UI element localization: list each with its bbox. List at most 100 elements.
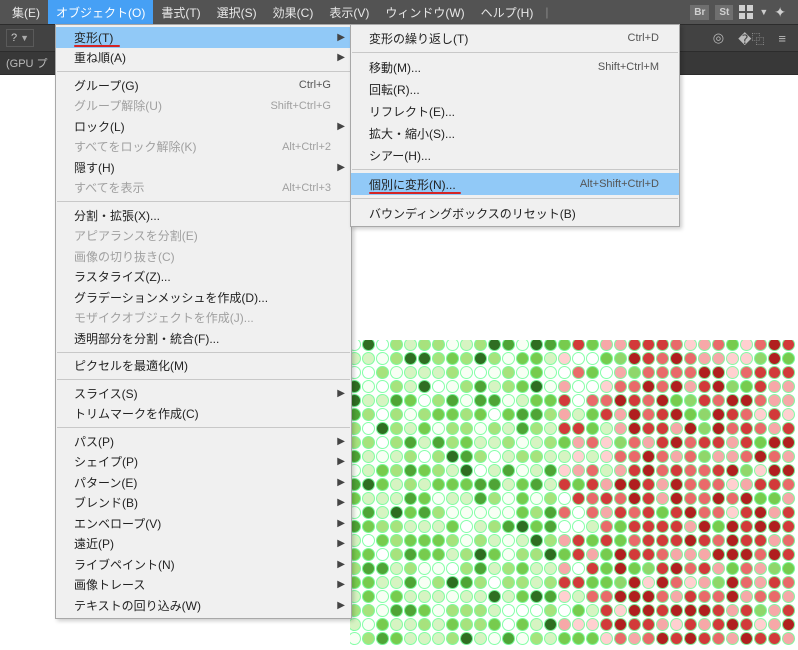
menu-separator bbox=[57, 379, 350, 380]
item-label: 透明部分を分割・統合(F)... bbox=[74, 330, 331, 347]
submenu-arrow-icon: ▶ bbox=[337, 477, 345, 488]
transform-submenu: 変形の繰り返し(T) Ctrl+D 移動(M)... Shift+Ctrl+M … bbox=[350, 24, 680, 227]
menu-rasterize[interactable]: ラスタライズ(Z)... bbox=[56, 267, 351, 288]
menu-effect[interactable]: 効果(C) bbox=[265, 0, 322, 24]
target-icon[interactable]: ◎ bbox=[713, 30, 724, 46]
item-label: テキストの回り込み(W) bbox=[74, 597, 331, 614]
item-label: ロック(L) bbox=[74, 118, 331, 135]
item-label: 重ね順(A) bbox=[74, 49, 331, 66]
menu-transform-each[interactable]: 個別に変形(N)... Alt+Shift+Ctrl+D bbox=[351, 173, 679, 195]
menu-image-trace[interactable]: 画像トレース▶ bbox=[56, 575, 351, 596]
badge-bridge[interactable]: Br bbox=[690, 5, 709, 20]
submenu-arrow-icon: ▶ bbox=[337, 436, 345, 447]
menu-path[interactable]: パス(P) ▶ bbox=[56, 431, 351, 452]
item-label: 変形(T) bbox=[74, 29, 331, 46]
unknown-dropdown[interactable]: ? ▼ bbox=[6, 29, 34, 47]
menu-pattern[interactable]: パターン(E) ▶ bbox=[56, 472, 351, 493]
menu-arrange[interactable]: 重ね順(A) ▶ bbox=[56, 48, 351, 69]
item-label: パス(P) bbox=[74, 433, 331, 450]
submenu-arrow-icon: ▶ bbox=[337, 52, 345, 63]
red-underline bbox=[369, 192, 461, 194]
submenu-arrow-icon: ▶ bbox=[337, 121, 345, 132]
shortcut-label: Alt+Ctrl+3 bbox=[282, 182, 331, 194]
menu-select[interactable]: 選択(S) bbox=[209, 0, 265, 24]
menu-scale[interactable]: 拡大・縮小(S)... bbox=[351, 122, 679, 144]
submenu-arrow-icon: ▶ bbox=[337, 162, 345, 173]
menu-type[interactable]: 書式(T) bbox=[153, 0, 208, 24]
menu-expand-appearance: アピアランスを分割(E) bbox=[56, 226, 351, 247]
shortcut-label: Ctrl+G bbox=[299, 79, 331, 91]
crop-icon[interactable]: �⿻ bbox=[738, 29, 764, 48]
menu-group[interactable]: グループ(G) Ctrl+G bbox=[56, 75, 351, 96]
item-label: ラスタライズ(Z)... bbox=[74, 268, 331, 285]
artboard-canvas[interactable] bbox=[350, 340, 798, 650]
item-label: アピアランスを分割(E) bbox=[74, 227, 331, 244]
menu-separator bbox=[57, 201, 350, 202]
menu-perspective[interactable]: 遠近(P)▶ bbox=[56, 534, 351, 555]
menu-shear[interactable]: シアー(H)... bbox=[351, 144, 679, 166]
menu-edit[interactable]: 集(E) bbox=[4, 0, 48, 24]
item-label: スライス(S) bbox=[74, 385, 331, 402]
menu-move[interactable]: 移動(M)... Shift+Ctrl+M bbox=[351, 56, 679, 78]
item-label: シアー(H)... bbox=[369, 147, 659, 164]
badge-stock[interactable]: St bbox=[715, 5, 733, 20]
menu-live-paint[interactable]: ライブペイント(N) ▶ bbox=[56, 554, 351, 575]
submenu-arrow-icon: ▶ bbox=[337, 559, 345, 570]
item-label: 隠す(H) bbox=[74, 159, 331, 176]
workspace-switcher-icon[interactable] bbox=[739, 5, 753, 19]
item-label: バウンディングボックスのリセット(B) bbox=[369, 205, 659, 222]
item-label: 分割・拡張(X)... bbox=[74, 207, 331, 224]
submenu-arrow-icon: ▶ bbox=[337, 538, 345, 549]
shortcut-label: Alt+Shift+Ctrl+D bbox=[580, 178, 659, 190]
menu-unlock-all: すべてをロック解除(K) Alt+Ctrl+2 bbox=[56, 137, 351, 158]
menu-shape[interactable]: シェイプ(P) ▶ bbox=[56, 452, 351, 473]
item-label: ピクセルを最適化(M) bbox=[74, 357, 331, 374]
menu-rotate[interactable]: 回転(R)... bbox=[351, 78, 679, 100]
menu-transform[interactable]: 変形(T) ▶ bbox=[56, 27, 351, 48]
item-label: リフレクト(E)... bbox=[369, 103, 659, 120]
item-label: エンベロープ(V) bbox=[74, 515, 331, 532]
menu-separator bbox=[352, 198, 678, 199]
menu-separator bbox=[57, 427, 350, 428]
menu-reflect[interactable]: リフレクト(E)... bbox=[351, 100, 679, 122]
menu-gradient-mesh[interactable]: グラデーションメッシュを作成(D)... bbox=[56, 287, 351, 308]
menu-lock[interactable]: ロック(L) ▶ bbox=[56, 116, 351, 137]
menu-hide[interactable]: 隠す(H) ▶ bbox=[56, 157, 351, 178]
equals-icon[interactable]: ≡ bbox=[778, 31, 786, 46]
item-label: 回転(R)... bbox=[369, 81, 659, 98]
menu-flatten-transparency[interactable]: 透明部分を分割・統合(F)... bbox=[56, 328, 351, 349]
menu-pixel-perfect[interactable]: ピクセルを最適化(M) bbox=[56, 356, 351, 377]
menu-show-all: すべてを表示 Alt+Ctrl+3 bbox=[56, 178, 351, 199]
menu-help[interactable]: ヘルプ(H) bbox=[473, 0, 542, 24]
menu-slice[interactable]: スライス(S)▶ bbox=[56, 383, 351, 404]
item-label: シェイプ(P) bbox=[74, 453, 331, 470]
item-label: 拡大・縮小(S)... bbox=[369, 125, 659, 142]
menu-view[interactable]: 表示(V) bbox=[321, 0, 377, 24]
menu-trim-marks[interactable]: トリムマークを作成(C) bbox=[56, 404, 351, 425]
menu-separator bbox=[57, 71, 350, 72]
menu-text-wrap[interactable]: テキストの回り込み(W) ▶ bbox=[56, 595, 351, 616]
menu-blend[interactable]: ブレンド(B)▶ bbox=[56, 493, 351, 514]
menu-envelope[interactable]: エンベロープ(V)▶ bbox=[56, 513, 351, 534]
shortcut-label: Shift+Ctrl+M bbox=[598, 61, 659, 73]
submenu-arrow-icon: ▶ bbox=[337, 32, 345, 43]
chevron-down-icon: ▼ bbox=[20, 33, 29, 43]
question-icon: ? bbox=[11, 32, 17, 44]
menu-expand[interactable]: 分割・拡張(X)... bbox=[56, 205, 351, 226]
menu-transform-again[interactable]: 変形の繰り返し(T) Ctrl+D bbox=[351, 27, 679, 49]
submenu-arrow-icon: ▶ bbox=[337, 600, 345, 611]
menu-window[interactable]: ウィンドウ(W) bbox=[377, 0, 472, 24]
item-label: グループ解除(U) bbox=[74, 97, 270, 114]
item-label: ライブペイント(N) bbox=[74, 556, 331, 573]
submenu-arrow-icon: ▶ bbox=[337, 579, 345, 590]
chevron-down-icon: ▼ bbox=[759, 7, 768, 17]
menu-reset-bbox[interactable]: バウンディングボックスのリセット(B) bbox=[351, 202, 679, 224]
menu-crop-image: 画像の切り抜き(C) bbox=[56, 246, 351, 267]
menu-ungroup: グループ解除(U) Shift+Ctrl+G bbox=[56, 96, 351, 117]
document-tab-label[interactable]: (GPU プ bbox=[6, 55, 48, 71]
submenu-arrow-icon: ▶ bbox=[337, 456, 345, 467]
menu-object[interactable]: オブジェクト(O) bbox=[48, 0, 153, 24]
rocket-icon[interactable]: ✦ bbox=[774, 4, 786, 21]
item-label: グループ(G) bbox=[74, 77, 299, 94]
item-label: パターン(E) bbox=[74, 474, 331, 491]
